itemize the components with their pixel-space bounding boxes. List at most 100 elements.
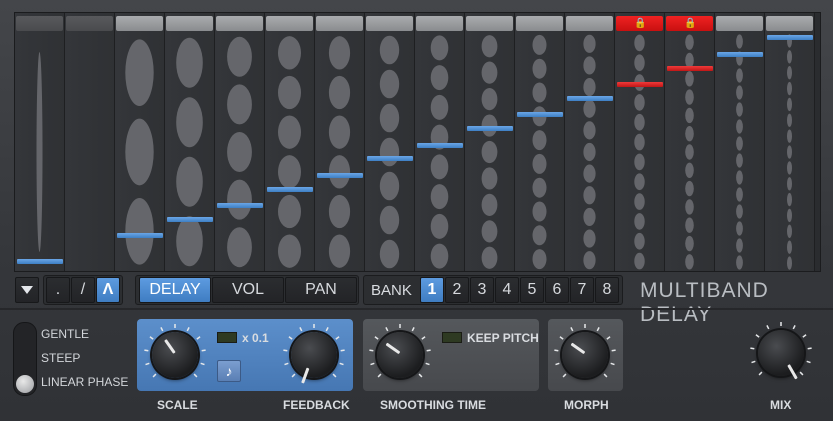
bank-button-2[interactable]: 2 <box>445 277 469 303</box>
shape-menu-button[interactable] <box>15 277 39 303</box>
slope-option-gentle[interactable]: GENTLE <box>41 327 89 341</box>
band-column-11[interactable] <box>515 13 565 271</box>
band-level-handle[interactable] <box>167 217 213 223</box>
band-column-5[interactable] <box>215 13 265 271</box>
band-column-2[interactable] <box>65 13 115 271</box>
tempo-sync-button[interactable]: ♪ <box>217 360 241 382</box>
band-column-9[interactable] <box>415 13 465 271</box>
band-column-7[interactable] <box>315 13 365 271</box>
band-header-11[interactable] <box>516 16 563 31</box>
band-header-8[interactable] <box>366 16 413 31</box>
feedback-knob[interactable] <box>291 332 337 384</box>
lock-icon: 🔒 <box>634 18 647 29</box>
band-area-16[interactable] <box>765 33 814 271</box>
band-header-1[interactable] <box>16 16 63 31</box>
band-level-handle[interactable] <box>117 233 163 239</box>
band-column-3[interactable] <box>115 13 165 271</box>
bank-button-8[interactable]: 8 <box>595 277 619 303</box>
band-level-handle[interactable] <box>567 95 613 101</box>
band-header-6[interactable] <box>266 16 313 31</box>
band-header-15[interactable] <box>716 16 763 31</box>
band-header-2[interactable] <box>66 16 113 31</box>
mode-tab-vol[interactable]: VOL <box>212 277 284 303</box>
band-area-14[interactable] <box>665 33 714 271</box>
keep-pitch-label[interactable]: KEEP PITCH <box>467 331 539 345</box>
band-area-9[interactable] <box>415 33 464 271</box>
band-level-handle[interactable] <box>17 259 63 264</box>
band-editor[interactable]: 🔒 🔒 <box>14 12 821 272</box>
band-header-3[interactable] <box>116 16 163 31</box>
band-level-handle[interactable] <box>417 142 463 148</box>
band-header-13[interactable]: 🔒 <box>616 16 663 31</box>
band-level-handle[interactable] <box>467 126 513 132</box>
knob-tick <box>750 347 755 350</box>
band-column-16[interactable] <box>765 13 815 271</box>
band-area-15[interactable] <box>715 33 764 271</box>
band-waveform <box>278 36 301 268</box>
band-area-13[interactable] <box>615 33 664 271</box>
band-area-7[interactable] <box>315 33 364 271</box>
bank-button-3[interactable]: 3 <box>470 277 494 303</box>
band-area-10[interactable] <box>465 33 514 271</box>
band-header-14[interactable]: 🔒 <box>666 16 713 31</box>
slope-option-steep[interactable]: STEEP <box>41 351 80 365</box>
morph-knob[interactable] <box>562 332 608 378</box>
scale-mult-label[interactable]: x 0.1 <box>242 331 269 345</box>
band-level-handle[interactable] <box>717 51 763 57</box>
shape-button-peak[interactable]: Λ <box>96 277 120 303</box>
band-column-12[interactable] <box>565 13 615 271</box>
band-column-13[interactable]: 🔒 <box>615 13 665 271</box>
bank-button-5[interactable]: 5 <box>520 277 544 303</box>
band-header-7[interactable] <box>316 16 363 31</box>
band-level-handle[interactable] <box>617 81 663 87</box>
bank-button-7[interactable]: 7 <box>570 277 594 303</box>
band-header-16[interactable] <box>766 16 813 31</box>
band-header-5[interactable] <box>216 16 263 31</box>
band-column-14[interactable]: 🔒 <box>665 13 715 271</box>
band-level-handle[interactable] <box>267 186 313 192</box>
slope-switch-thumb[interactable] <box>16 375 34 393</box>
bank-button-6[interactable]: 6 <box>545 277 569 303</box>
band-area-12[interactable] <box>565 33 614 271</box>
band-area-2[interactable] <box>65 33 114 271</box>
band-area-3[interactable] <box>115 33 164 271</box>
band-area-8[interactable] <box>365 33 414 271</box>
slope-switch[interactable] <box>13 322 37 396</box>
band-column-4[interactable] <box>165 13 215 271</box>
band-level-handle[interactable] <box>767 35 813 41</box>
knob-tick <box>799 371 804 376</box>
band-area-5[interactable] <box>215 33 264 271</box>
band-waveform <box>36 52 43 252</box>
shape-label-point: . <box>55 281 61 298</box>
band-header-9[interactable] <box>416 16 463 31</box>
band-level-handle[interactable] <box>517 112 563 118</box>
band-column-6[interactable] <box>265 13 315 271</box>
bank-button-4[interactable]: 4 <box>495 277 519 303</box>
music-note-icon: ♪ <box>225 363 233 379</box>
band-column-10[interactable] <box>465 13 515 271</box>
band-level-handle[interactable] <box>667 65 713 71</box>
slope-option-linear-phase[interactable]: LINEAR PHASE <box>41 375 128 389</box>
shape-button-ramp[interactable]: / <box>71 277 95 303</box>
band-column-8[interactable] <box>365 13 415 271</box>
band-header-4[interactable] <box>166 16 213 31</box>
smoothing-time-knob[interactable] <box>377 332 423 378</box>
bank-button-1[interactable]: 1 <box>420 277 444 303</box>
band-area-6[interactable] <box>265 33 314 271</box>
scale-knob[interactable] <box>152 332 198 378</box>
band-level-handle[interactable] <box>367 156 413 162</box>
mode-tab-delay[interactable]: DELAY <box>139 277 211 303</box>
band-header-12[interactable] <box>566 16 613 31</box>
band-area-11[interactable] <box>515 33 564 271</box>
shape-button-point[interactable]: . <box>46 277 70 303</box>
band-level-handle[interactable] <box>317 172 363 178</box>
mode-tab-pan[interactable]: PAN <box>285 277 357 303</box>
band-level-handle[interactable] <box>217 203 263 209</box>
band-column-1[interactable] <box>15 13 65 271</box>
mix-knob[interactable] <box>758 330 804 380</box>
morph-knob-indicator <box>570 342 586 355</box>
band-area-1[interactable] <box>15 33 64 271</box>
band-column-15[interactable] <box>715 13 765 271</box>
band-header-10[interactable] <box>466 16 513 31</box>
band-area-4[interactable] <box>165 33 214 271</box>
